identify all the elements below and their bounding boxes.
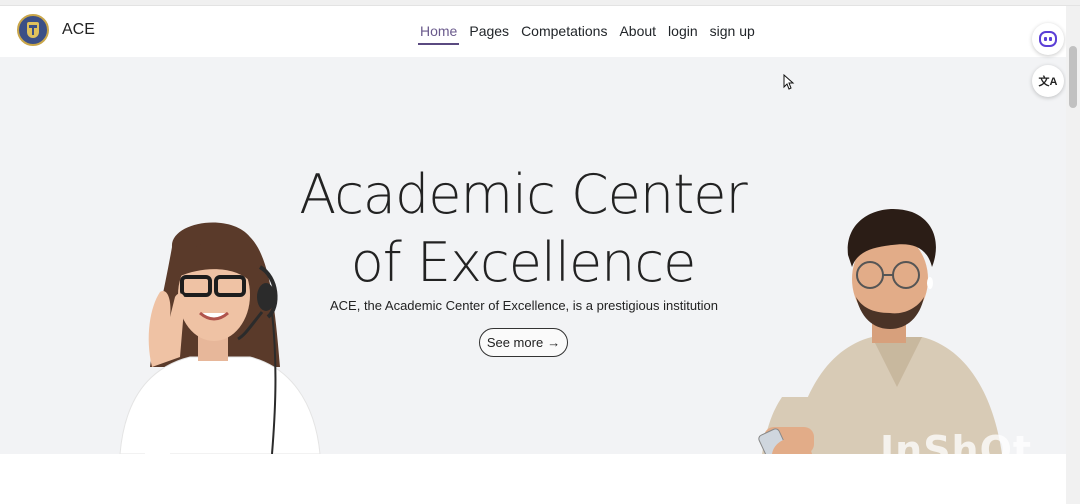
- scrollbar-thumb[interactable]: [1069, 46, 1077, 108]
- brand[interactable]: ACE: [17, 14, 95, 46]
- arrow-right-icon: →: [547, 335, 561, 350]
- inshot-watermark: InShOt: [880, 428, 1033, 472]
- copilot-button[interactable]: [1032, 23, 1064, 55]
- nav-item-home[interactable]: Home: [414, 21, 463, 45]
- crest-logo-icon: [17, 14, 49, 46]
- see-more-label: See more: [486, 335, 544, 350]
- scrollbar[interactable]: [1066, 6, 1080, 504]
- see-more-button[interactable]: See more →: [479, 328, 568, 357]
- nav-item-login[interactable]: login: [662, 21, 704, 43]
- main-nav: Home Pages Competations About login sign…: [414, 21, 761, 45]
- hero-title: Academic Center of Excellence: [0, 161, 1046, 297]
- copilot-icon: [1039, 31, 1057, 47]
- translate-button[interactable]: 文A: [1032, 65, 1064, 97]
- brand-name: ACE: [62, 21, 95, 38]
- hero-title-line-1: Academic Center: [299, 163, 747, 226]
- hero-section: Academic Center of Excellence ACE, the A…: [0, 57, 1066, 454]
- hero-subtitle: ACE, the Academic Center of Excellence, …: [329, 298, 719, 313]
- hero-title-line-2: of Excellence: [350, 231, 697, 294]
- mouse-cursor-icon: [783, 74, 795, 90]
- nav-item-pages[interactable]: Pages: [463, 21, 515, 43]
- nav-item-sign-up[interactable]: sign up: [704, 21, 761, 43]
- translate-icon: 文A: [1038, 76, 1058, 88]
- nav-item-about[interactable]: About: [613, 21, 662, 43]
- nav-item-competations[interactable]: Competations: [515, 21, 613, 43]
- navbar: ACE Home Pages Competations About login …: [0, 6, 1066, 57]
